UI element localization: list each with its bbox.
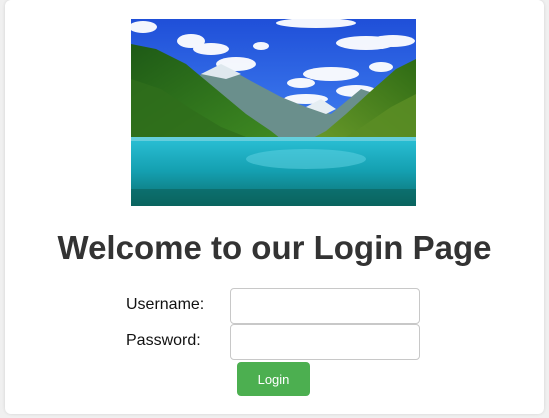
- password-row: Password:: [5, 324, 544, 362]
- username-label: Username:: [126, 296, 205, 313]
- login-button[interactable]: Login: [237, 362, 310, 396]
- password-label: Password:: [126, 332, 201, 349]
- login-page-card: Welcome to our Login Page Username: Pass…: [5, 0, 544, 414]
- page-title: Welcome to our Login Page: [57, 229, 492, 266]
- username-input[interactable]: [230, 288, 420, 324]
- lake-mountain-landscape-image: [131, 19, 416, 206]
- password-input[interactable]: [230, 324, 420, 360]
- username-row: Username:: [5, 288, 544, 326]
